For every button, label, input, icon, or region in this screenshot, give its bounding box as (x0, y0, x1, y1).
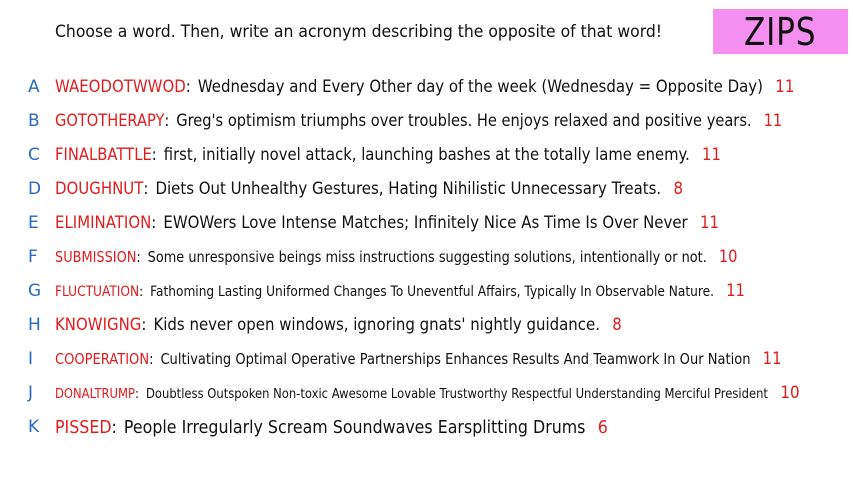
entry-line: DONALTRUMP: Doubtless Outspoken Non-toxic… (55, 383, 800, 403)
entry-word: DONALTRUMP (55, 387, 135, 402)
entry-word: DOUGHNUT (55, 179, 144, 199)
entry-word: ELIMINATION (55, 213, 152, 233)
entry-score: 11 (775, 77, 795, 97)
entry-score: 8 (673, 179, 684, 199)
entry-score: 10 (718, 247, 738, 267)
entry-letter: A (28, 77, 40, 97)
entry-definition: first, initially novel attack, launching… (163, 145, 690, 165)
entry-score: 8 (612, 315, 622, 335)
entry-colon: : (134, 387, 139, 402)
entry-score: 11 (726, 281, 745, 301)
entry-colon: : (151, 145, 157, 165)
entry-definition: Greg's optimism triumphs over troubles. … (176, 111, 752, 131)
zips-badge: ZIPS (713, 9, 848, 54)
entry-score: 10 (780, 383, 800, 403)
entry-line: PISSED: People Irregularly Scream Soundwa… (55, 417, 608, 438)
entry-score: 11 (702, 145, 721, 165)
entry-letter: E (28, 213, 39, 233)
entry-score: 6 (597, 416, 608, 438)
entry-letter: D (28, 179, 42, 199)
entry-definition: EWOWers Love Intense Matches; Infinitely… (163, 213, 688, 233)
entry-word: COOPERATION (55, 350, 150, 368)
entry-line: KNOWIGNG: Kids never open windows, ignori… (55, 315, 622, 335)
entry-line: WAEODOTWWOD: Wednesday and Every Other da… (55, 77, 794, 97)
entry-letter: J (28, 383, 34, 403)
entry-word: PISSED (55, 416, 112, 438)
entry-letter: F (28, 247, 38, 267)
entry-definition: Kids never open windows, ignoring gnats'… (153, 315, 600, 335)
entry-colon: : (136, 248, 141, 266)
entry-score: 11 (699, 213, 720, 233)
zips-badge-label: ZIPS (744, 9, 817, 54)
entry-colon: : (139, 284, 144, 300)
entry-word: KNOWIGNG (55, 315, 142, 335)
entry-letter: H (28, 315, 41, 335)
entry-letter: K (28, 417, 40, 437)
entry-line: GOTOTHERAPY: Greg's optimism triumphs ove… (55, 111, 782, 131)
entry-definition: Wednesday and Every Other day of the wee… (197, 77, 763, 97)
entry-score: 11 (762, 349, 782, 369)
entry-word: GOTOTHERAPY (55, 111, 165, 131)
entry-word: WAEODOTWWOD (55, 77, 186, 97)
entry-colon: : (164, 111, 170, 131)
entry-letter: I (28, 349, 34, 369)
entry-definition: Fathoming Lasting Uniformed Changes To U… (150, 284, 714, 300)
entry-line: SUBMISSION: Some unresponsive beings miss… (55, 247, 737, 267)
entry-definition: People Irregularly Scream Soundwaves Ear… (123, 416, 586, 438)
entry-line: DOUGHNUT: Diets Out Unhealthy Gestures, H… (55, 179, 683, 199)
entry-definition: Diets Out Unhealthy Gestures, Hating Nih… (155, 179, 662, 199)
entry-colon: : (151, 213, 157, 233)
entry-line: FINALBATTLE: first, initially novel attac… (55, 145, 721, 165)
entry-letter: G (28, 281, 42, 301)
entry-colon: : (185, 77, 191, 97)
entry-letter: B (28, 111, 40, 131)
entry-word: FINALBATTLE (55, 145, 152, 165)
entry-colon: : (143, 179, 149, 199)
entry-definition: Some unresponsive beings miss instructio… (147, 248, 707, 266)
entry-line: COOPERATION: Cultivating Optimal Operativ… (55, 349, 782, 369)
entry-colon: : (111, 416, 117, 438)
entry-colon: : (149, 350, 154, 368)
entry-word: SUBMISSION (55, 248, 137, 266)
prompt-text: Choose a word. Then, write an acronym de… (55, 22, 663, 42)
entry-definition: Cultivating Optimal Operative Partnershi… (160, 350, 751, 368)
entry-definition: Doubtless Outspoken Non-toxic Awesome Lo… (146, 387, 768, 402)
entry-letter: C (28, 145, 40, 165)
entry-word: FLUCTUATION (55, 284, 140, 300)
entry-score: 11 (763, 111, 783, 131)
entry-line: FLUCTUATION: Fathoming Lasting Uniformed … (55, 281, 745, 301)
entry-line: ELIMINATION: EWOWers Love Intense Matches… (55, 213, 719, 233)
entry-colon: : (141, 315, 147, 335)
